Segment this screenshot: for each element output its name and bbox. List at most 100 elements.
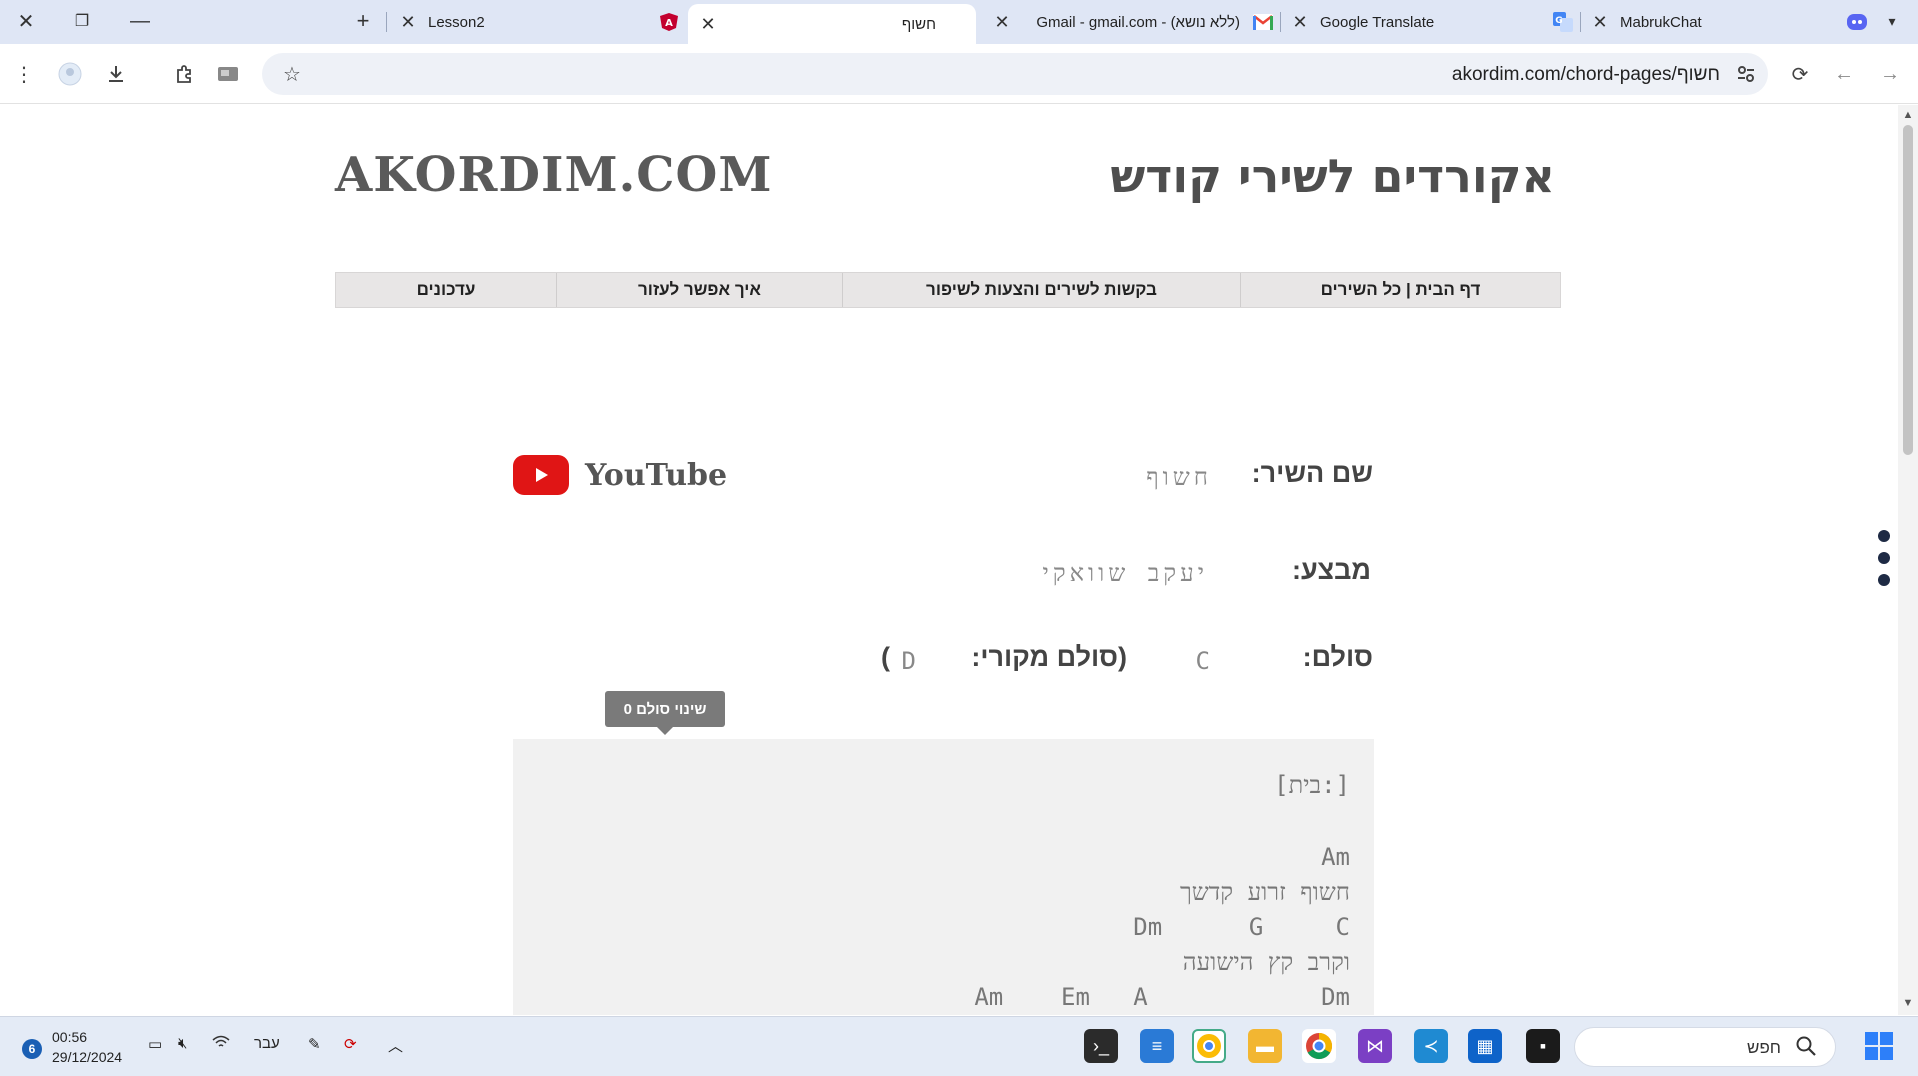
angular-icon: A <box>658 11 680 33</box>
nav-item-updates[interactable]: עדכונים <box>336 273 556 307</box>
tab-gmail[interactable]: ✕ (ללא נושא) - Gmail - gmail.com <box>990 4 1274 40</box>
browser-toolbar: ⋮ ☆ akordim.com/chord-pages/חשוף ⟳ ← → <box>0 44 1918 104</box>
address-bar[interactable]: ☆ akordim.com/chord-pages/חשוף <box>262 53 1768 95</box>
tab-title: MabrukChat <box>1620 13 1702 31</box>
clock-time[interactable]: 00:56 <box>52 1029 87 1045</box>
nav-item-help[interactable]: איך אפשר לעזור <box>556 273 842 307</box>
screen: ✕ ❐ — + ✕ Lesson2 A ✕ חשוף ✕ (ללא נושא) … <box>0 0 1918 1076</box>
tab-separator <box>1580 12 1581 32</box>
tab-mabrukchat[interactable]: ✕ MabrukChat <box>1588 4 1868 40</box>
battery-icon[interactable]: ▭ <box>148 1035 162 1053</box>
song-name-value: חשוף <box>1146 463 1212 491</box>
taskbar-search[interactable]: חפש <box>1574 1027 1836 1067</box>
extensions-puzzle-icon[interactable] <box>168 58 200 90</box>
original-key-label: (סולם מקורי: <box>971 642 1127 672</box>
tray-chevron-up-icon[interactable]: ︿ <box>388 1035 403 1056</box>
original-key-close-paren: ) <box>881 642 890 672</box>
forward-arrow-icon[interactable]: → <box>1874 58 1906 90</box>
nav-item-home[interactable]: דף הבית | כל השירים <box>1240 273 1560 307</box>
page-scrollbar[interactable]: ▲ ▼ <box>1898 105 1918 1015</box>
youtube-play-icon <box>513 455 569 495</box>
profile-avatar-icon[interactable] <box>54 58 86 90</box>
tab-lesson2[interactable]: ✕ Lesson2 A <box>396 4 680 40</box>
clock-date[interactable]: 29/12/2024 <box>52 1049 122 1065</box>
visual-studio-app-icon[interactable]: ⋈ <box>1358 1029 1392 1063</box>
site-logo-title[interactable]: AKORDIM.COM <box>335 147 772 203</box>
new-tab-icon[interactable]: + <box>343 6 383 36</box>
tab-close-icon[interactable]: ✕ <box>990 12 1014 33</box>
bookmark-star-icon[interactable]: ☆ <box>276 58 308 90</box>
nav-item-requests[interactable]: בקשות לשירים והצעות לשיפור <box>842 273 1240 307</box>
sync-icon[interactable]: ⟳ <box>344 1035 357 1053</box>
notepad-app-icon[interactable]: ≡ <box>1140 1029 1174 1063</box>
youtube-link[interactable]: YouTube <box>513 455 727 495</box>
tab-title: (ללא נושא) - Gmail - gmail.com <box>1036 13 1240 31</box>
gmail-icon <box>1252 11 1274 33</box>
youtube-label: YouTube <box>585 457 728 493</box>
tab-close-icon[interactable]: ✕ <box>396 12 420 33</box>
lyric-line: חשוף זרוע קדשך <box>1179 878 1350 906</box>
download-icon[interactable] <box>100 58 132 90</box>
site-heading: אקורדים לשירי קודש <box>1110 149 1555 203</box>
tab-title: Google Translate <box>1320 13 1435 31</box>
transpose-tooltip: שינוי סולם 0 <box>605 691 725 735</box>
web-page: AKORDIM.COM אקורדים לשירי קודש דף הבית |… <box>0 105 1898 1015</box>
performer-label: מבצע: <box>1291 555 1371 585</box>
chord-line: Am Em A Dm <box>974 983 1350 1011</box>
notification-badge[interactable]: 6 <box>22 1039 42 1059</box>
song-name-label: שם השיר: <box>1251 458 1373 488</box>
media-icon[interactable] <box>212 58 244 90</box>
tab-search-chevron-icon[interactable]: ▾ <box>1872 6 1912 36</box>
vscode-app-icon[interactable]: ≺ <box>1414 1029 1448 1063</box>
tab-title: חשוף <box>901 15 936 33</box>
url-text: akordim.com/chord-pages/חשוף <box>1451 64 1720 85</box>
restore-window-icon[interactable]: ❐ <box>62 6 102 36</box>
lyric-line: וקרב קץ הישועה <box>1182 948 1350 976</box>
terminal-app-icon[interactable]: ›_ <box>1084 1029 1118 1063</box>
store-app-icon[interactable]: ▦ <box>1468 1029 1502 1063</box>
menu-kebab-icon[interactable]: ⋮ <box>8 58 40 90</box>
input-language[interactable]: עבר <box>254 1035 280 1052</box>
chrome-app-icon[interactable] <box>1302 1029 1336 1063</box>
scroll-down-icon[interactable]: ▼ <box>1901 997 1915 1011</box>
wifi-icon[interactable] <box>212 1035 230 1053</box>
scroll-thumb[interactable] <box>1903 125 1913 455</box>
chords-panel: [בית:] Am חשוף זרוע קדשך Dm G C וקרב קץ … <box>513 739 1374 1015</box>
tab-separator <box>386 12 387 32</box>
close-window-icon[interactable]: ✕ <box>6 6 46 36</box>
tab-close-icon[interactable]: ✕ <box>1288 12 1312 33</box>
scroll-up-icon[interactable]: ▲ <box>1901 109 1915 123</box>
window-app-icon[interactable]: ▪ <box>1526 1029 1560 1063</box>
search-icon <box>1795 1035 1817 1062</box>
key-label: סולם: <box>1302 642 1373 672</box>
side-panel-dots-icon[interactable] <box>1878 530 1890 596</box>
tab-title: Lesson2 <box>428 13 485 31</box>
tab-active-song[interactable]: ✕ חשוף <box>688 4 976 44</box>
tab-google-translate[interactable]: ✕ Google Translate G <box>1288 4 1574 40</box>
file-explorer-app-icon[interactable]: ▬ <box>1248 1029 1282 1063</box>
tab-separator <box>1280 12 1281 32</box>
svg-text:G: G <box>1555 16 1562 26</box>
minimize-window-icon[interactable]: — <box>120 6 160 36</box>
windows-start-icon[interactable] <box>1862 1029 1896 1063</box>
discord-icon <box>1846 11 1868 33</box>
tab-close-icon[interactable]: ✕ <box>1588 12 1612 33</box>
chord-line: Dm G C <box>1133 913 1350 941</box>
svg-text:A: A <box>665 18 673 29</box>
original-key-value: D <box>901 647 920 675</box>
back-arrow-icon[interactable]: ← <box>1828 58 1860 90</box>
reload-icon[interactable]: ⟳ <box>1784 58 1816 90</box>
tab-close-icon[interactable]: ✕ <box>696 14 720 35</box>
main-nav: דף הבית | כל השירים בקשות לשירים והצעות … <box>335 272 1561 308</box>
pen-icon[interactable]: ✎ <box>308 1035 321 1053</box>
performer-value: יעקב שוואקי <box>1042 559 1208 587</box>
windows-taskbar: 6 00:56 29/12/2024 ▭ 🔇︎ עבר ✎ ⟳ ︿ ›_ ≡ ▬… <box>0 1016 1918 1076</box>
chords-section-label: [בית:] <box>1274 771 1350 799</box>
speaker-muted-icon[interactable]: 🔇︎ <box>178 1035 187 1052</box>
key-value: C <box>1195 647 1214 675</box>
site-settings-icon[interactable] <box>1730 58 1762 90</box>
search-placeholder: חפש <box>1747 1038 1781 1057</box>
tab-strip: ✕ ❐ — + ✕ Lesson2 A ✕ חשוף ✕ (ללא נושא) … <box>0 0 1918 44</box>
chrome-canary-app-icon[interactable] <box>1192 1029 1226 1063</box>
google-translate-icon: G <box>1552 11 1574 33</box>
